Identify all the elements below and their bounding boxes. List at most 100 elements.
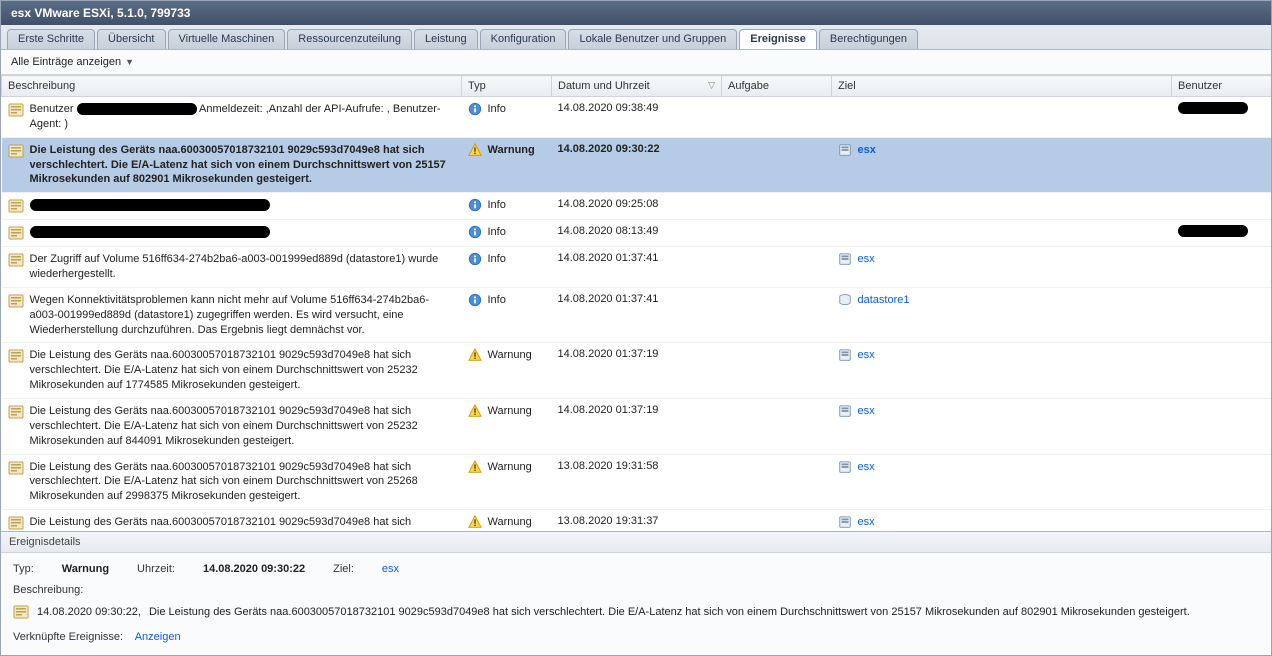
row-date: 14.08.2020 01:37:19	[552, 343, 722, 399]
row-type: Warnung	[488, 349, 532, 361]
host-icon	[838, 143, 852, 157]
row-description	[30, 198, 456, 213]
warning-icon	[468, 515, 482, 529]
tab-berechtigungen[interactable]: Berechtigungen	[819, 29, 918, 49]
host-icon	[838, 404, 852, 418]
row-description: Die Leistung des Geräts naa.600300570187…	[30, 348, 456, 393]
row-benutzer	[1172, 193, 1272, 220]
row-description: Benutzer Anmeldezeit: ,Anzahl der API-Au…	[30, 102, 456, 132]
row-description: Die Leistung des Geräts naa.600300570187…	[30, 460, 456, 505]
col-ziel[interactable]: Ziel	[832, 76, 1172, 97]
row-aufgabe	[722, 220, 832, 247]
row-benutzer	[1172, 398, 1272, 454]
table-row[interactable]: Die Leistung des Geräts naa.600300570187…	[2, 510, 1272, 531]
event-icon	[8, 198, 24, 214]
row-aufgabe	[722, 287, 832, 343]
table-row[interactable]: Die Leistung des Geräts naa.600300570187…	[2, 454, 1272, 510]
chevron-down-icon[interactable]: ▼	[125, 57, 134, 67]
tab-übersicht[interactable]: Übersicht	[97, 29, 165, 49]
toolbar: Alle Einträge anzeigen ▼	[1, 50, 1271, 75]
tab-ereignisse[interactable]: Ereignisse	[739, 29, 817, 49]
details-typ-label: Typ:	[13, 561, 34, 579]
row-benutzer	[1172, 247, 1272, 288]
row-type: Warnung	[488, 144, 535, 156]
row-type: Info	[488, 253, 506, 265]
event-icon	[8, 293, 24, 309]
row-aufgabe	[722, 193, 832, 220]
row-aufgabe	[722, 137, 832, 193]
row-date: 14.08.2020 09:25:08	[552, 193, 722, 220]
table-row[interactable]: Benutzer Anmeldezeit: ,Anzahl der API-Au…	[2, 97, 1272, 138]
table-row[interactable]: Wegen Konnektivitätsproblemen kann nicht…	[2, 287, 1272, 343]
row-benutzer	[1172, 287, 1272, 343]
event-icon	[8, 460, 24, 476]
col-datum[interactable]: Datum und Uhrzeit▽	[552, 76, 722, 97]
event-icon	[8, 404, 24, 420]
col-benutzer[interactable]: Benutzer	[1172, 76, 1272, 97]
tab-lokale-benutzer-und-gruppen[interactable]: Lokale Benutzer und Gruppen	[568, 29, 737, 49]
event-icon	[13, 604, 29, 620]
host-icon	[838, 460, 852, 474]
row-aufgabe	[722, 97, 832, 138]
table-row[interactable]: Die Leistung des Geräts naa.600300570187…	[2, 398, 1272, 454]
details-header: Ereignisdetails	[1, 532, 1271, 553]
row-date: 14.08.2020 01:37:41	[552, 287, 722, 343]
show-all-dropdown[interactable]: Alle Einträge anzeigen	[11, 56, 121, 68]
row-benutzer	[1172, 137, 1272, 193]
ziel-link[interactable]: datastore1	[858, 294, 910, 306]
row-date: 14.08.2020 08:13:49	[552, 220, 722, 247]
table-row[interactable]: Die Leistung des Geräts naa.600300570187…	[2, 343, 1272, 399]
table-row[interactable]: Der Zugriff auf Volume 516ff634-274b2ba6…	[2, 247, 1272, 288]
ziel-link[interactable]: esx	[858, 461, 875, 473]
details-ziel-link[interactable]: esx	[382, 561, 399, 579]
table-row[interactable]: Die Leistung des Geräts naa.600300570187…	[2, 137, 1272, 193]
row-date: 14.08.2020 09:30:22	[552, 137, 722, 193]
table-row[interactable]: Info 14.08.2020 09:25:08	[2, 193, 1272, 220]
row-type: Warnung	[488, 516, 532, 528]
ziel-link[interactable]: esx	[858, 516, 875, 528]
warning-icon	[468, 143, 482, 157]
event-icon	[8, 102, 24, 118]
info-icon	[468, 198, 482, 212]
ziel-link[interactable]: esx	[858, 144, 876, 156]
linked-events-label: Verknüpfte Ereignisse:	[13, 631, 123, 643]
col-aufgabe[interactable]: Aufgabe	[722, 76, 832, 97]
row-type: Info	[488, 199, 506, 211]
row-type: Info	[488, 226, 506, 238]
row-date: 13.08.2020 19:31:37	[552, 510, 722, 531]
details-beschreibung-date: 14.08.2020 09:30:22,	[37, 604, 141, 622]
tab-erste-schritte[interactable]: Erste Schritte	[7, 29, 95, 49]
row-date: 13.08.2020 19:31:58	[552, 454, 722, 510]
tab-konfiguration[interactable]: Konfiguration	[480, 29, 567, 49]
row-benutzer	[1172, 454, 1272, 510]
row-type: Info	[488, 294, 506, 306]
row-date: 14.08.2020 09:38:49	[552, 97, 722, 138]
info-icon	[468, 293, 482, 307]
details-uhrzeit-value: 14.08.2020 09:30:22	[203, 561, 305, 579]
ziel-link[interactable]: esx	[858, 253, 875, 265]
row-description: Die Leistung des Geräts naa.600300570187…	[30, 515, 456, 531]
warning-icon	[468, 348, 482, 362]
row-description: Der Zugriff auf Volume 516ff634-274b2ba6…	[30, 252, 456, 282]
col-beschreibung[interactable]: Beschreibung	[2, 76, 462, 97]
row-benutzer	[1172, 510, 1272, 531]
tab-ressourcenzuteilung[interactable]: Ressourcenzuteilung	[287, 29, 412, 49]
ziel-link[interactable]: esx	[858, 349, 875, 361]
host-icon	[838, 252, 852, 266]
row-benutzer	[1172, 220, 1272, 247]
row-type: Warnung	[488, 461, 532, 473]
row-aufgabe	[722, 454, 832, 510]
col-typ[interactable]: Typ	[462, 76, 552, 97]
row-aufgabe	[722, 343, 832, 399]
ziel-link[interactable]: esx	[858, 405, 875, 417]
window-title: esx VMware ESXi, 5.1.0, 799733	[1, 1, 1271, 25]
row-aufgabe	[722, 510, 832, 531]
event-icon	[8, 225, 24, 241]
event-icon	[8, 143, 24, 159]
info-icon	[468, 102, 482, 116]
tab-virtuelle-maschinen[interactable]: Virtuelle Maschinen	[168, 29, 286, 49]
tab-leistung[interactable]: Leistung	[414, 29, 478, 49]
table-row[interactable]: Info 14.08.2020 08:13:49	[2, 220, 1272, 247]
row-description	[30, 225, 456, 240]
linked-events-link[interactable]: Anzeigen	[135, 631, 181, 643]
